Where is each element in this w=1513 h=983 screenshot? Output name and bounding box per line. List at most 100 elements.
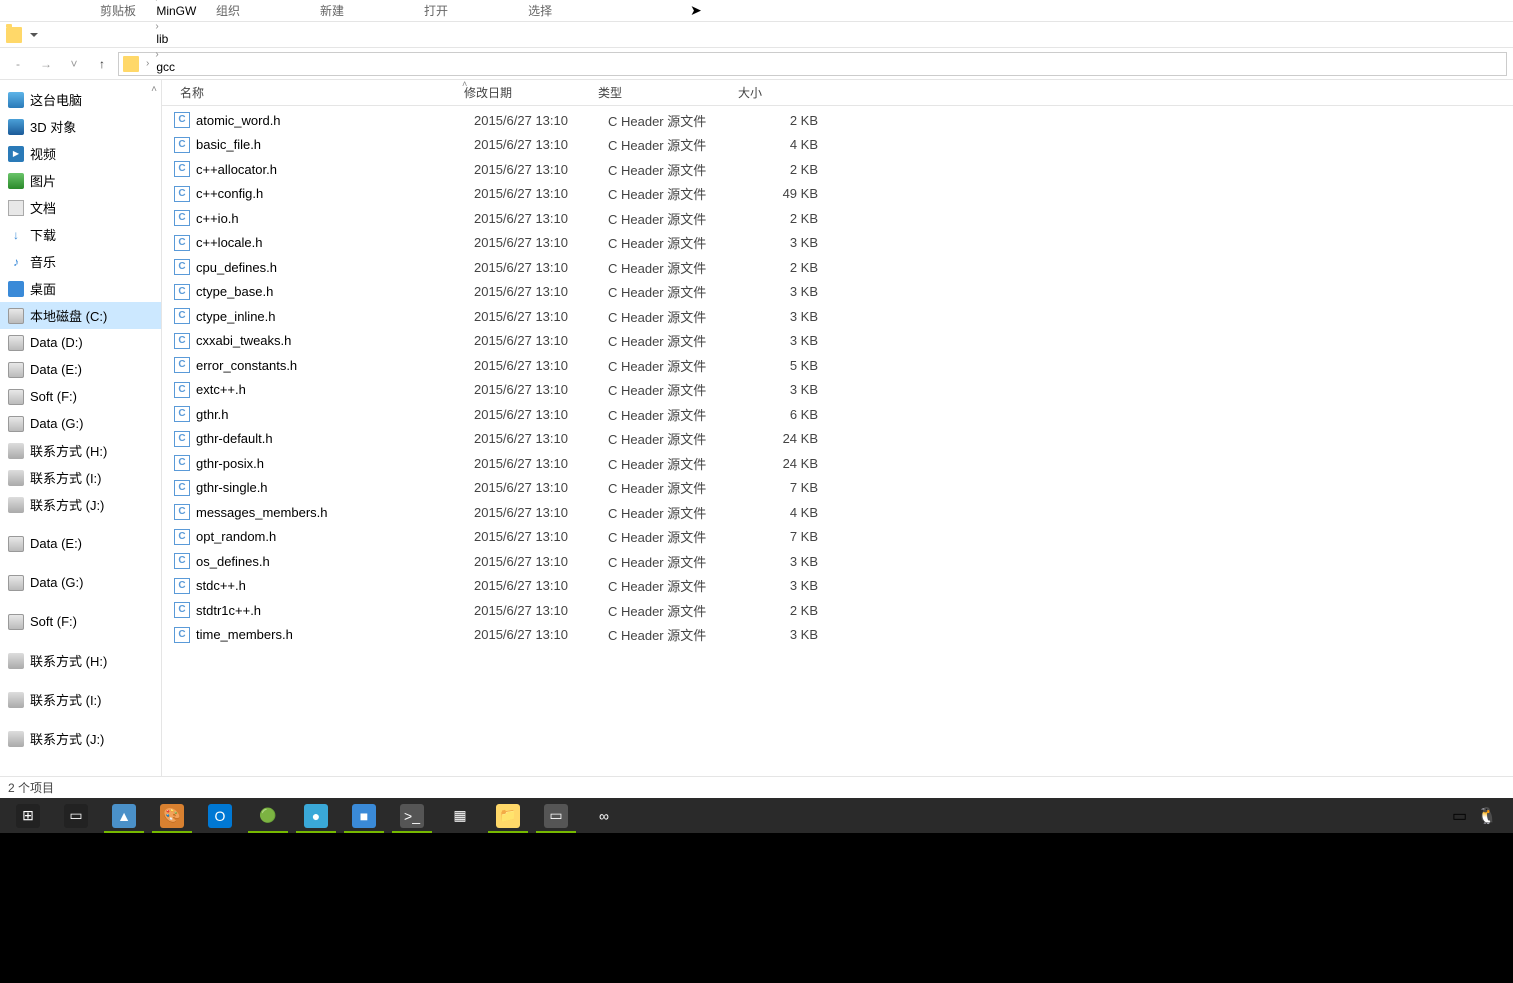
- ribbon-tab[interactable]: 新建: [280, 0, 384, 21]
- nav-item[interactable]: 视频: [0, 140, 161, 167]
- file-row[interactable]: Cgthr-default.h2015/6/27 13:10C Header 源…: [162, 427, 1513, 452]
- chevron-up-icon[interactable]: ˄: [151, 84, 157, 95]
- breadcrumb-segment[interactable]: lib: [152, 32, 265, 46]
- file-row[interactable]: Cgthr-posix.h2015/6/27 13:10C Header 源文件…: [162, 451, 1513, 476]
- file-row[interactable]: Cos_defines.h2015/6/27 13:10C Header 源文件…: [162, 549, 1513, 574]
- file-row[interactable]: Cc++allocator.h2015/6/27 13:10C Header 源…: [162, 157, 1513, 182]
- file-row[interactable]: Cstdtr1c++.h2015/6/27 13:10C Header 源文件2…: [162, 598, 1513, 623]
- nav-item[interactable]: 音乐: [0, 248, 161, 275]
- taskbar-item-explorer[interactable]: 📁: [484, 798, 532, 833]
- file-row[interactable]: Cextc++.h2015/6/27 13:10C Header 源文件3 KB: [162, 378, 1513, 403]
- file-row[interactable]: Copt_random.h2015/6/27 13:10C Header 源文件…: [162, 525, 1513, 550]
- ms-store-icon: ▦: [448, 804, 472, 828]
- nav-item[interactable]: 图片: [0, 167, 161, 194]
- nav-item[interactable]: Soft (F:): [0, 383, 161, 410]
- file-row[interactable]: Catomic_word.h2015/6/27 13:10C Header 源文…: [162, 108, 1513, 133]
- file-size: 3 KB: [748, 284, 828, 299]
- tray-icon[interactable]: ▭: [1452, 806, 1467, 826]
- taskbar-item-task-view[interactable]: ▭: [52, 798, 100, 833]
- ribbon-tab[interactable]: 打开: [384, 0, 488, 21]
- breadcrumb-bar[interactable]: › 这台电脑›本地磁盘 (C:)›Program Files (x86)›Cod…: [118, 52, 1507, 76]
- file-name: stdc++.h: [196, 578, 474, 593]
- column-header-name[interactable]: 名称: [174, 80, 458, 105]
- file-type: C Header 源文件: [608, 160, 748, 179]
- taskbar-item-app-sq[interactable]: ■: [340, 798, 388, 833]
- nav-item[interactable]: Data (E:): [0, 356, 161, 383]
- chevron-right-icon[interactable]: ›: [152, 21, 161, 32]
- icon-music: [8, 254, 24, 270]
- breadcrumb-segment[interactable]: MinGW: [152, 4, 265, 18]
- file-row[interactable]: Cerror_constants.h2015/6/27 13:10C Heade…: [162, 353, 1513, 378]
- navigation-pane[interactable]: ˄ 这台电脑3D 对象视频图片文档下载音乐桌面本地磁盘 (C:)Data (D:…: [0, 80, 162, 776]
- file-date: 2015/6/27 13:10: [474, 407, 608, 422]
- file-row[interactable]: Ctime_members.h2015/6/27 13:10C Header 源…: [162, 623, 1513, 648]
- file-name: atomic_word.h: [196, 113, 474, 128]
- file-row[interactable]: Cc++io.h2015/6/27 13:10C Header 源文件2 KB: [162, 206, 1513, 231]
- file-name: time_members.h: [196, 627, 474, 642]
- file-row[interactable]: Cbasic_file.h2015/6/27 13:10C Header 源文件…: [162, 133, 1513, 158]
- taskbar-item-start[interactable]: ⊞: [4, 798, 52, 833]
- taskbar-item-photos[interactable]: ▲: [100, 798, 148, 833]
- nav-recent-dropdown[interactable]: ˅: [62, 52, 86, 76]
- taskbar-item-visual-studio[interactable]: ∞: [580, 798, 628, 833]
- file-name: os_defines.h: [196, 554, 474, 569]
- file-name: gthr.h: [196, 407, 474, 422]
- nav-item[interactable]: Data (E:): [0, 530, 161, 557]
- file-row[interactable]: Cctype_base.h2015/6/27 13:10C Header 源文件…: [162, 280, 1513, 305]
- taskbar-item-app-win[interactable]: ▭: [532, 798, 580, 833]
- file-row[interactable]: Cctype_inline.h2015/6/27 13:10C Header 源…: [162, 304, 1513, 329]
- nav-item[interactable]: Data (D:): [0, 329, 161, 356]
- nav-up-button[interactable]: ↑: [90, 52, 114, 76]
- nav-item[interactable]: 本地磁盘 (C:): [0, 302, 161, 329]
- file-row[interactable]: Ccpu_defines.h2015/6/27 13:10C Header 源文…: [162, 255, 1513, 280]
- file-row[interactable]: Cmessages_members.h2015/6/27 13:10C Head…: [162, 500, 1513, 525]
- column-header-size[interactable]: 大小: [732, 80, 812, 105]
- column-header-type[interactable]: 类型: [592, 80, 732, 105]
- nav-item[interactable]: 文档: [0, 194, 161, 221]
- nav-item[interactable]: 联系方式 (I:): [0, 686, 161, 713]
- nav-item[interactable]: 联系方式 (J:): [0, 491, 161, 518]
- nav-back-button[interactable]: -: [6, 52, 30, 76]
- nav-item[interactable]: Data (G:): [0, 569, 161, 596]
- nav-item[interactable]: 下载: [0, 221, 161, 248]
- nav-item[interactable]: 桌面: [0, 275, 161, 302]
- nav-item[interactable]: 联系方式 (H:): [0, 647, 161, 674]
- file-name: c++locale.h: [196, 235, 474, 250]
- chevron-right-icon[interactable]: ›: [143, 58, 152, 69]
- file-row[interactable]: Cgthr.h2015/6/27 13:10C Header 源文件6 KB: [162, 402, 1513, 427]
- file-row[interactable]: Cc++locale.h2015/6/27 13:10C Header 源文件3…: [162, 231, 1513, 256]
- taskbar[interactable]: ⊞▭▲🎨O🟢●■>_▦📁▭∞▭🐧: [0, 798, 1513, 833]
- file-row[interactable]: Cc++config.h2015/6/27 13:10C Header 源文件4…: [162, 182, 1513, 207]
- nav-forward-button[interactable]: →: [34, 52, 58, 76]
- nav-item[interactable]: 联系方式 (I:): [0, 464, 161, 491]
- file-type: C Header 源文件: [608, 576, 748, 595]
- file-row[interactable]: Ccxxabi_tweaks.h2015/6/27 13:10C Header …: [162, 329, 1513, 354]
- nav-item-label: 音乐: [30, 252, 56, 271]
- column-header-date[interactable]: 修改日期: [458, 80, 592, 105]
- taskbar-item-app-blue[interactable]: ●: [292, 798, 340, 833]
- nav-item[interactable]: Data (G:): [0, 410, 161, 437]
- taskbar-item-chrome[interactable]: 🟢: [244, 798, 292, 833]
- ribbon-tab[interactable]: 选择: [488, 0, 592, 21]
- task-view-icon: ▭: [64, 804, 88, 828]
- taskbar-item-terminal[interactable]: >_: [388, 798, 436, 833]
- c-header-file-icon: C: [174, 210, 190, 226]
- tray-icon[interactable]: 🐧: [1477, 806, 1497, 826]
- file-list-pane[interactable]: ˄ 名称 修改日期 类型 大小 Catomic_word.h2015/6/27 …: [162, 80, 1513, 776]
- status-bar: 2 个项目: [0, 776, 1513, 798]
- nav-item[interactable]: 联系方式 (H:): [0, 437, 161, 464]
- nav-item[interactable]: 这台电脑: [0, 86, 161, 113]
- system-tray[interactable]: ▭🐧: [1452, 806, 1509, 826]
- nav-item[interactable]: Soft (F:): [0, 608, 161, 635]
- taskbar-item-outlook[interactable]: O: [196, 798, 244, 833]
- taskbar-item-ms-store[interactable]: ▦: [436, 798, 484, 833]
- file-row[interactable]: Cgthr-single.h2015/6/27 13:10C Header 源文…: [162, 476, 1513, 501]
- file-row[interactable]: Cstdc++.h2015/6/27 13:10C Header 源文件3 KB: [162, 574, 1513, 599]
- breadcrumb-segment[interactable]: gcc: [152, 60, 265, 74]
- nav-item[interactable]: 联系方式 (J:): [0, 725, 161, 752]
- file-type: C Header 源文件: [608, 233, 748, 252]
- taskbar-item-paint[interactable]: 🎨: [148, 798, 196, 833]
- chevron-right-icon[interactable]: ›: [152, 49, 161, 60]
- nav-item[interactable]: 3D 对象: [0, 113, 161, 140]
- qat-dropdown-icon[interactable]: [30, 33, 38, 37]
